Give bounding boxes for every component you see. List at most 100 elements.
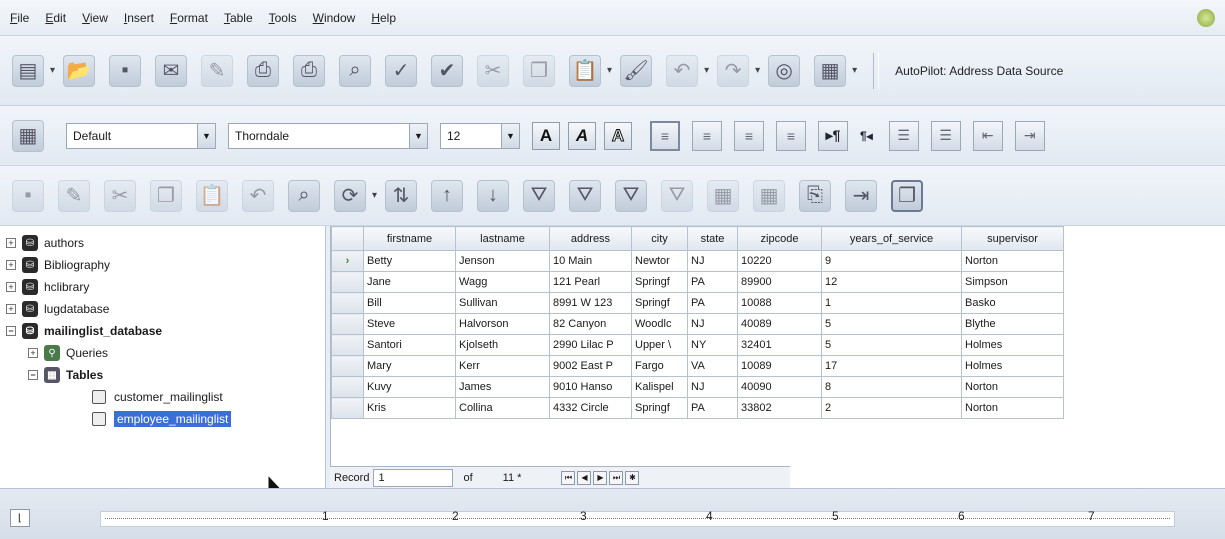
table-cell[interactable]: Kuvy [363, 376, 456, 398]
table-cell[interactable]: 9010 Hanso [549, 376, 632, 398]
data-to-text-icon[interactable]: ▦ [707, 179, 740, 212]
new-dropdown-icon[interactable]: ▾ [50, 65, 55, 76]
table-cell[interactable]: PA [687, 397, 738, 419]
tree-item-mailinglist-database[interactable]: − ⛁ mailinglist_database [0, 320, 325, 342]
table-cell[interactable]: Newtor [631, 250, 688, 272]
paste-dropdown-icon[interactable]: ▾ [607, 65, 612, 76]
expand-icon[interactable]: + [28, 348, 38, 358]
table-dropdown-icon[interactable]: ▾ [852, 65, 857, 76]
refresh-dropdown-icon[interactable]: ▾ [372, 190, 377, 201]
table-cell[interactable]: Basko [961, 292, 1064, 314]
table-cell[interactable]: Upper \ [631, 334, 688, 356]
collapse-icon[interactable]: − [28, 370, 38, 380]
table-cell[interactable]: Sullivan [455, 292, 550, 314]
table-cell[interactable]: 1 [821, 292, 962, 314]
table-cell[interactable]: Halvorson [455, 313, 550, 335]
explorer-toggle-icon[interactable]: ❐ [891, 179, 924, 212]
table-cell[interactable]: 2990 Lilac P [549, 334, 632, 356]
data-source-current-doc-icon[interactable]: ⇥ [845, 179, 878, 212]
table-cell[interactable]: Kerr [455, 355, 550, 377]
table-cell[interactable]: Springf [631, 292, 688, 314]
chevron-down-icon[interactable]: ▼ [197, 123, 215, 148]
table-cell[interactable]: Holmes [961, 355, 1064, 377]
menu-view[interactable]: View [82, 11, 108, 25]
table-cell[interactable]: Norton [961, 376, 1064, 398]
document-status-icon[interactable] [1197, 9, 1215, 27]
numbering-icon[interactable]: ☰ [888, 120, 919, 151]
sort-descending-icon[interactable]: ↓ [477, 179, 510, 212]
table-cell[interactable]: 33802 [737, 397, 822, 419]
tree-item-employee-mailinglist[interactable]: employee_mailinglist [0, 408, 325, 430]
chevron-down-icon[interactable]: ▼ [409, 123, 427, 148]
paste-icon[interactable]: 📋 [569, 54, 602, 87]
styles-formatting-icon[interactable]: ▦ [12, 119, 44, 152]
table-cell[interactable]: NY [687, 334, 738, 356]
menu-help[interactable]: Help [371, 11, 396, 25]
table-cell[interactable]: 9002 East P [549, 355, 632, 377]
column-header[interactable]: city [631, 226, 688, 251]
refresh-icon[interactable]: ⟳ [334, 179, 366, 212]
table-cell[interactable]: 10 Main [549, 250, 632, 272]
find-record-icon[interactable]: ⌕ [288, 179, 320, 212]
table-row[interactable]: Kuvy James 9010 Hanso Kalispel NJ 40090 8 Norto… [331, 376, 1064, 398]
menu-table[interactable]: Table [224, 11, 253, 25]
sort-ascending-icon[interactable]: ↑ [431, 179, 464, 212]
table-cell[interactable]: PA [687, 292, 738, 314]
bullets-icon[interactable]: ☰ [930, 120, 961, 151]
table-cell[interactable]: Norton [961, 397, 1064, 419]
undo-dropdown-icon[interactable]: ▾ [704, 65, 709, 76]
paragraph-style-select[interactable]: Default ▼ [66, 122, 216, 149]
table-cell[interactable]: 10088 [737, 292, 822, 314]
table-cell[interactable]: 121 Pearl [549, 271, 632, 293]
table-cell[interactable]: PA [687, 271, 738, 293]
table-cell[interactable]: NJ [687, 250, 738, 272]
table-cell[interactable]: Jane [363, 271, 456, 293]
row-header-corner[interactable] [331, 226, 364, 251]
table-cell[interactable]: Fargo [631, 355, 688, 377]
menu-tools[interactable]: Tools [269, 11, 297, 25]
table-cell[interactable]: Kalispel [631, 376, 688, 398]
record-number-input[interactable]: 1 [373, 468, 454, 487]
table-cell[interactable]: 9 [821, 250, 962, 272]
menu-window[interactable]: Window [313, 11, 356, 25]
table-cell[interactable]: 4332 Circle [549, 397, 632, 419]
tree-item-authors[interactable]: + ⛁ authors [0, 232, 325, 254]
row-header[interactable] [331, 313, 364, 335]
first-record-icon[interactable]: ⏮ [561, 470, 576, 485]
table-row[interactable]: Jane Wagg 121 Pearl Springf PA 89900 12 Simpson [331, 271, 1064, 293]
export-pdf-icon[interactable]: ⎙ [247, 54, 280, 87]
expand-icon[interactable]: + [6, 304, 16, 314]
row-header[interactable] [331, 397, 364, 419]
rtl-button[interactable]: ¶◂ [860, 129, 873, 143]
menu-format[interactable]: Format [170, 11, 208, 25]
align-left-button[interactable]: ≡ [650, 120, 680, 151]
table-cell[interactable]: Jenson [455, 250, 550, 272]
underline-button[interactable]: A [604, 121, 632, 150]
table-icon[interactable]: ▦ [814, 54, 847, 87]
table-row[interactable]: › Betty Jenson 10 Main Newtor NJ 10220 9 Norton [331, 250, 1064, 272]
column-header[interactable]: zipcode [737, 226, 822, 251]
table-cell[interactable]: Kris [363, 397, 456, 419]
table-cell[interactable]: Norton [961, 250, 1064, 272]
table-cell[interactable]: 8 [821, 376, 962, 398]
justify-button[interactable]: ≡ [776, 120, 806, 151]
table-cell[interactable]: 40090 [737, 376, 822, 398]
paste-icon[interactable]: 📋 [196, 179, 228, 212]
row-header[interactable] [331, 271, 364, 293]
next-record-icon[interactable]: ▶ [593, 470, 608, 485]
edit-file-icon[interactable]: ✎ [201, 54, 234, 87]
table-row[interactable]: Santori Kjolseth 2990 Lilac P Upper \ NY 3240… [331, 334, 1064, 356]
expand-icon[interactable]: + [6, 238, 16, 248]
table-cell[interactable]: Santori [363, 334, 456, 356]
column-header[interactable]: address [549, 226, 632, 251]
copy-icon[interactable]: ❐ [523, 54, 556, 87]
new-record-icon[interactable]: ✱ [625, 470, 640, 485]
table-cell[interactable]: 8991 W 123 [549, 292, 632, 314]
mail-merge-icon[interactable]: ⎘ [799, 179, 832, 212]
font-size-select[interactable]: 12 ▼ [440, 122, 520, 149]
table-row[interactable]: Steve Halvorson 82 Canyon Woodlc NJ 40089 5 Bly… [331, 313, 1064, 335]
redo-dropdown-icon[interactable]: ▾ [755, 65, 760, 76]
table-cell[interactable]: 2 [821, 397, 962, 419]
redo-icon[interactable]: ↷ [717, 54, 750, 87]
table-row[interactable]: Bill Sullivan 8991 W 123 Springf PA 10088 1 Bas… [331, 292, 1064, 314]
